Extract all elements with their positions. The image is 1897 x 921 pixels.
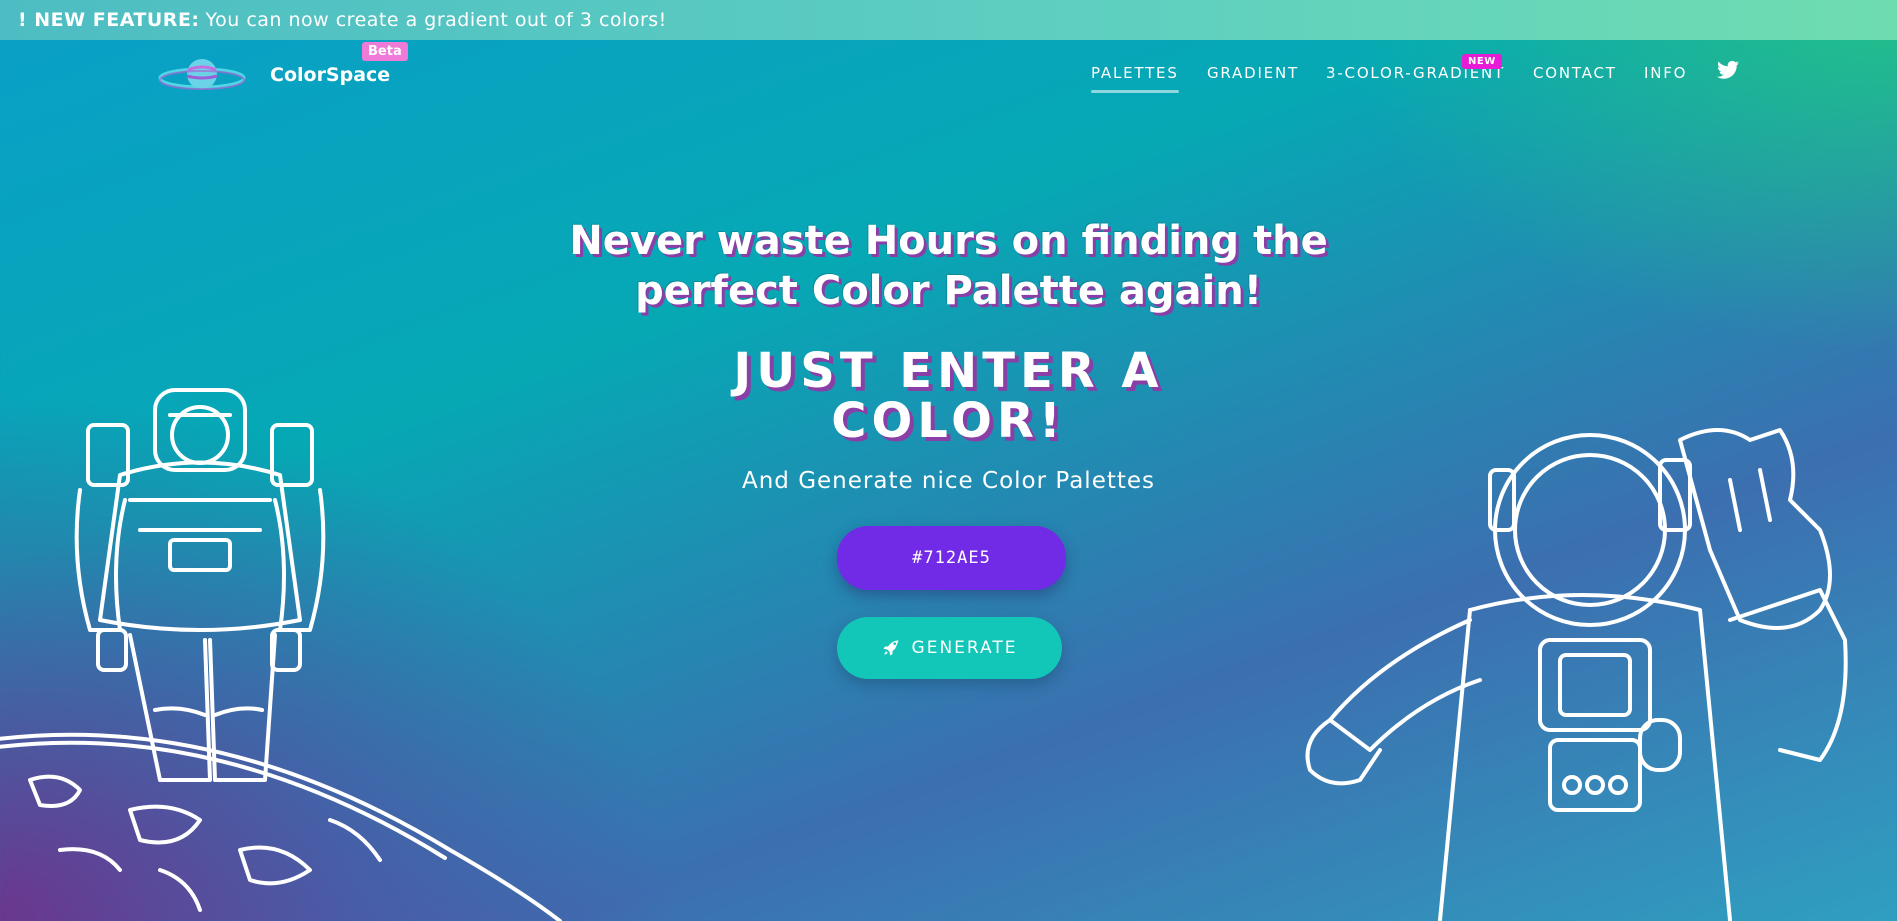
site-header: ColorSpace Beta PALETTES GRADIENT 3-COLO… <box>0 40 1897 110</box>
nav-info[interactable]: INFO <box>1644 64 1687 82</box>
astronaut-on-planet-illustration <box>0 388 562 921</box>
nav-palettes[interactable]: PALETTES <box>1091 64 1179 93</box>
headline-line-2: perfect Color Palette again! <box>635 268 1262 314</box>
beta-badge: Beta <box>362 42 408 61</box>
rocket-icon <box>883 640 899 656</box>
feature-banner: ! NEW FEATURE: You can now create a grad… <box>0 0 1897 40</box>
color-input[interactable] <box>837 526 1066 590</box>
generate-label: GENERATE <box>911 638 1018 658</box>
hero-tagline: And Generate nice Color Palettes <box>741 468 1156 494</box>
hero-subheading: JUST ENTER A COLOR! <box>0 346 1897 446</box>
subhead-line-1: JUST ENTER A <box>733 343 1164 399</box>
brand-name[interactable]: ColorSpace <box>270 64 390 86</box>
hero-headline: Never waste Hours on finding the perfect… <box>0 216 1897 316</box>
planet-icon[interactable] <box>158 56 248 100</box>
new-badge: NEW <box>1462 54 1502 69</box>
headline-line-1: Never waste Hours on finding the <box>569 218 1328 264</box>
generate-button[interactable]: GENERATE <box>837 617 1062 679</box>
nav-contact[interactable]: CONTACT <box>1533 64 1617 82</box>
subhead-line-2: COLOR! <box>831 393 1066 449</box>
banner-text: You can now create a gradient out of 3 c… <box>205 9 667 31</box>
banner-label: ! NEW FEATURE: <box>18 9 200 31</box>
nav-gradient[interactable]: GRADIENT <box>1207 64 1299 82</box>
twitter-icon[interactable] <box>1717 60 1739 84</box>
waving-astronaut-illustration <box>1305 428 1848 921</box>
